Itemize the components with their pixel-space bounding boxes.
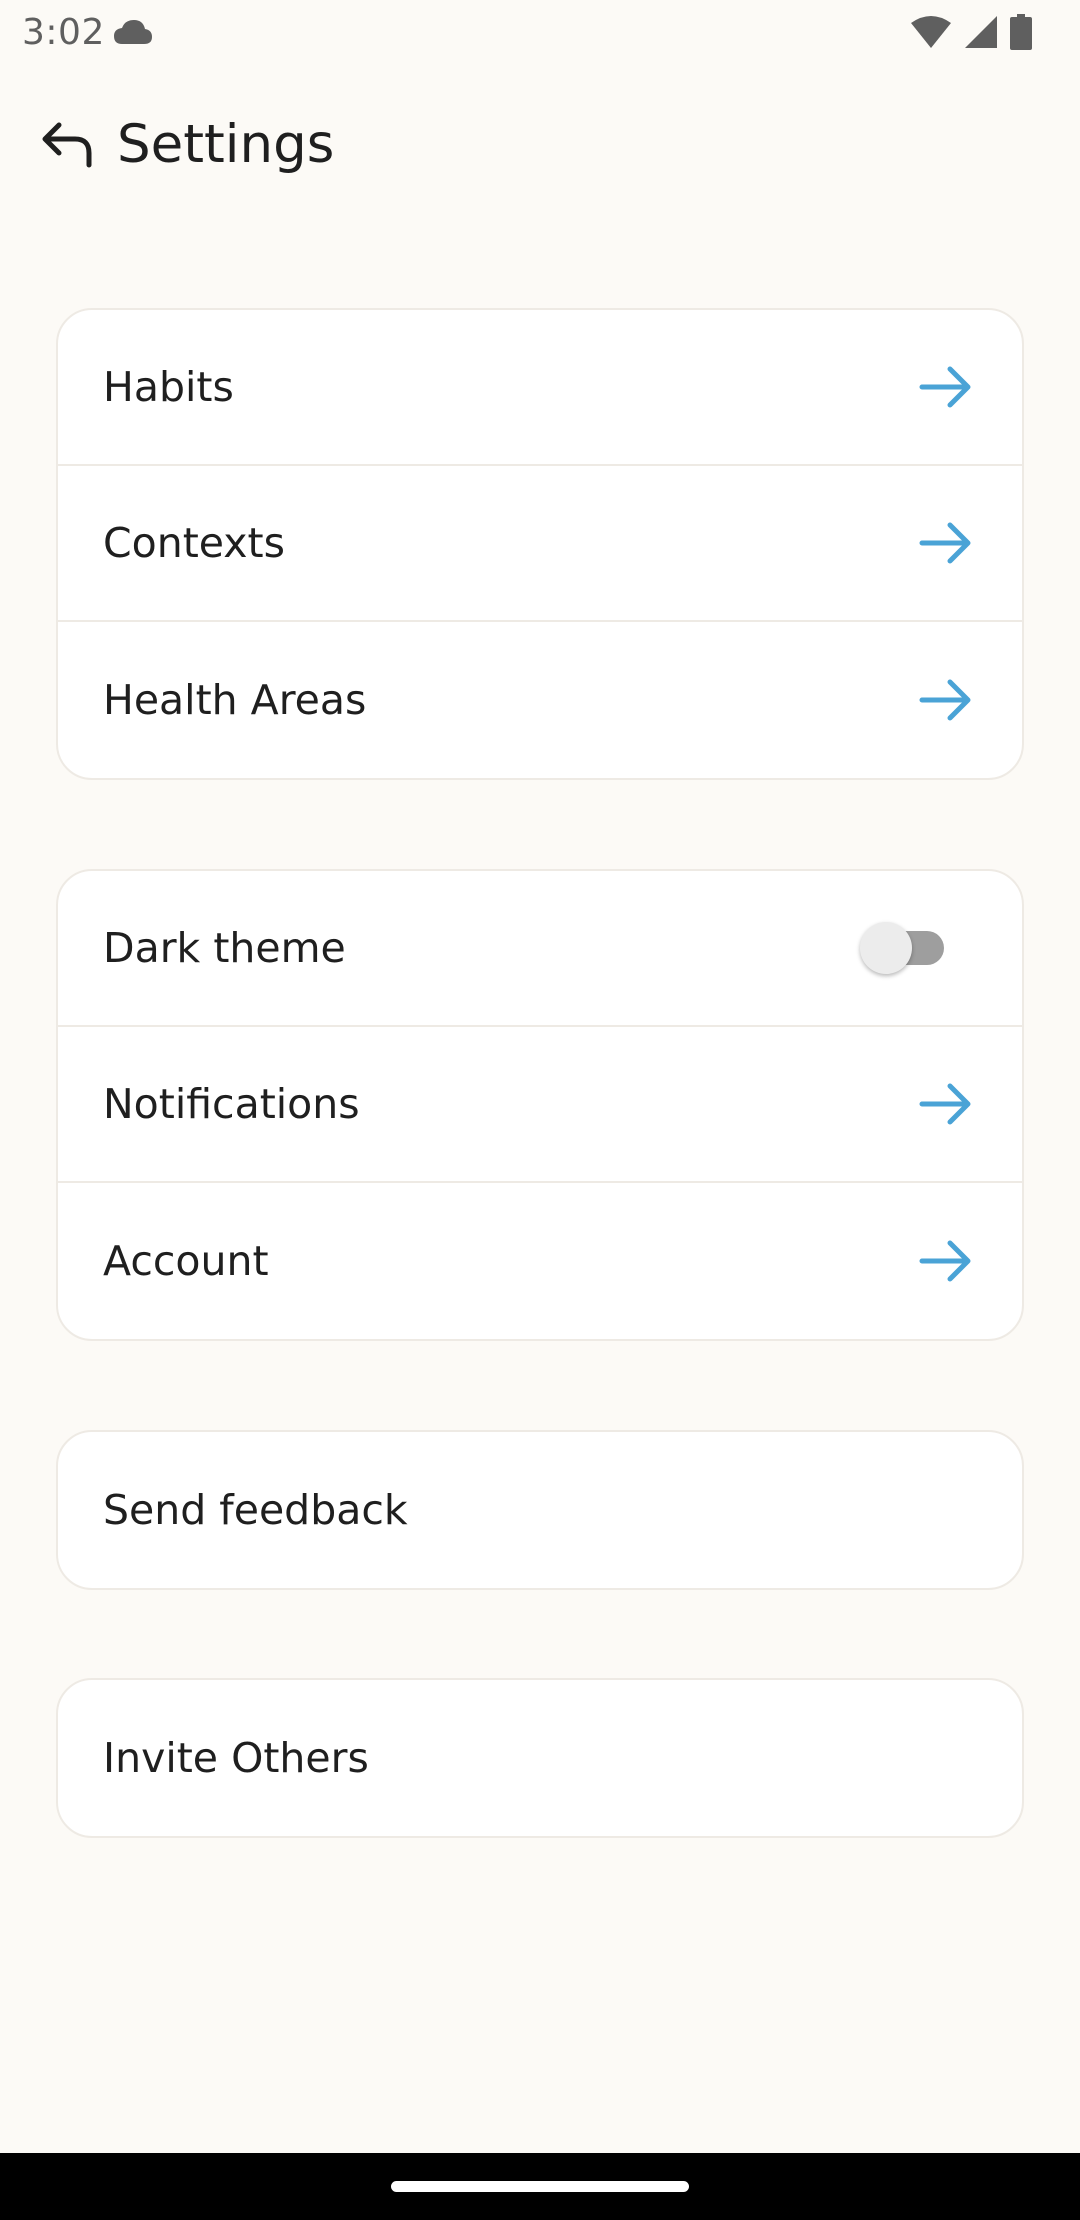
home-gesture-handle[interactable]	[391, 2181, 689, 2192]
arrow-right-icon	[919, 366, 971, 408]
send-feedback-button[interactable]: Send feedback	[58, 1432, 1022, 1588]
cellular-signal-icon	[964, 15, 998, 53]
invite-card: Invite Others	[56, 1678, 1024, 1838]
page-title: Settings	[117, 114, 335, 175]
back-button[interactable]	[36, 114, 98, 176]
wifi-icon	[910, 15, 952, 53]
arrow-right-icon	[919, 1083, 971, 1125]
settings-item-label: Health Areas	[103, 676, 367, 724]
system-navigation-bar	[0, 2153, 1080, 2220]
settings-item-label: Send feedback	[103, 1486, 408, 1534]
settings-item-notifications[interactable]: Notifications	[58, 1027, 1022, 1183]
preferences-settings-card: Dark theme Notifications Account	[56, 869, 1024, 1341]
settings-item-label: Invite Others	[103, 1734, 369, 1782]
settings-item-account[interactable]: Account	[58, 1183, 1022, 1339]
back-arrow-icon	[42, 122, 92, 168]
settings-item-habits[interactable]: Habits	[58, 310, 1022, 466]
dark-theme-toggle[interactable]	[860, 922, 948, 974]
app-bar: Settings	[0, 100, 1080, 190]
settings-item-label: Dark theme	[103, 924, 346, 972]
arrow-right-icon	[919, 522, 971, 564]
status-time: 3:02	[22, 12, 105, 53]
feedback-card: Send feedback	[56, 1430, 1024, 1590]
settings-item-dark-theme[interactable]: Dark theme	[58, 871, 1022, 1027]
arrow-right-icon	[919, 1240, 971, 1282]
cloud-icon	[112, 18, 154, 50]
battery-icon	[1010, 14, 1032, 54]
settings-item-label: Contexts	[103, 519, 285, 567]
library-settings-card: Habits Contexts Health Areas	[56, 308, 1024, 780]
status-bar: 3:02	[0, 0, 1080, 66]
settings-item-label: Account	[103, 1237, 269, 1285]
arrow-right-icon	[919, 679, 971, 721]
toggle-thumb	[860, 922, 912, 974]
settings-item-label: Habits	[103, 363, 234, 411]
settings-item-label: Notifications	[103, 1080, 360, 1128]
settings-item-contexts[interactable]: Contexts	[58, 466, 1022, 622]
settings-item-health-areas[interactable]: Health Areas	[58, 622, 1022, 778]
invite-others-button[interactable]: Invite Others	[58, 1680, 1022, 1836]
